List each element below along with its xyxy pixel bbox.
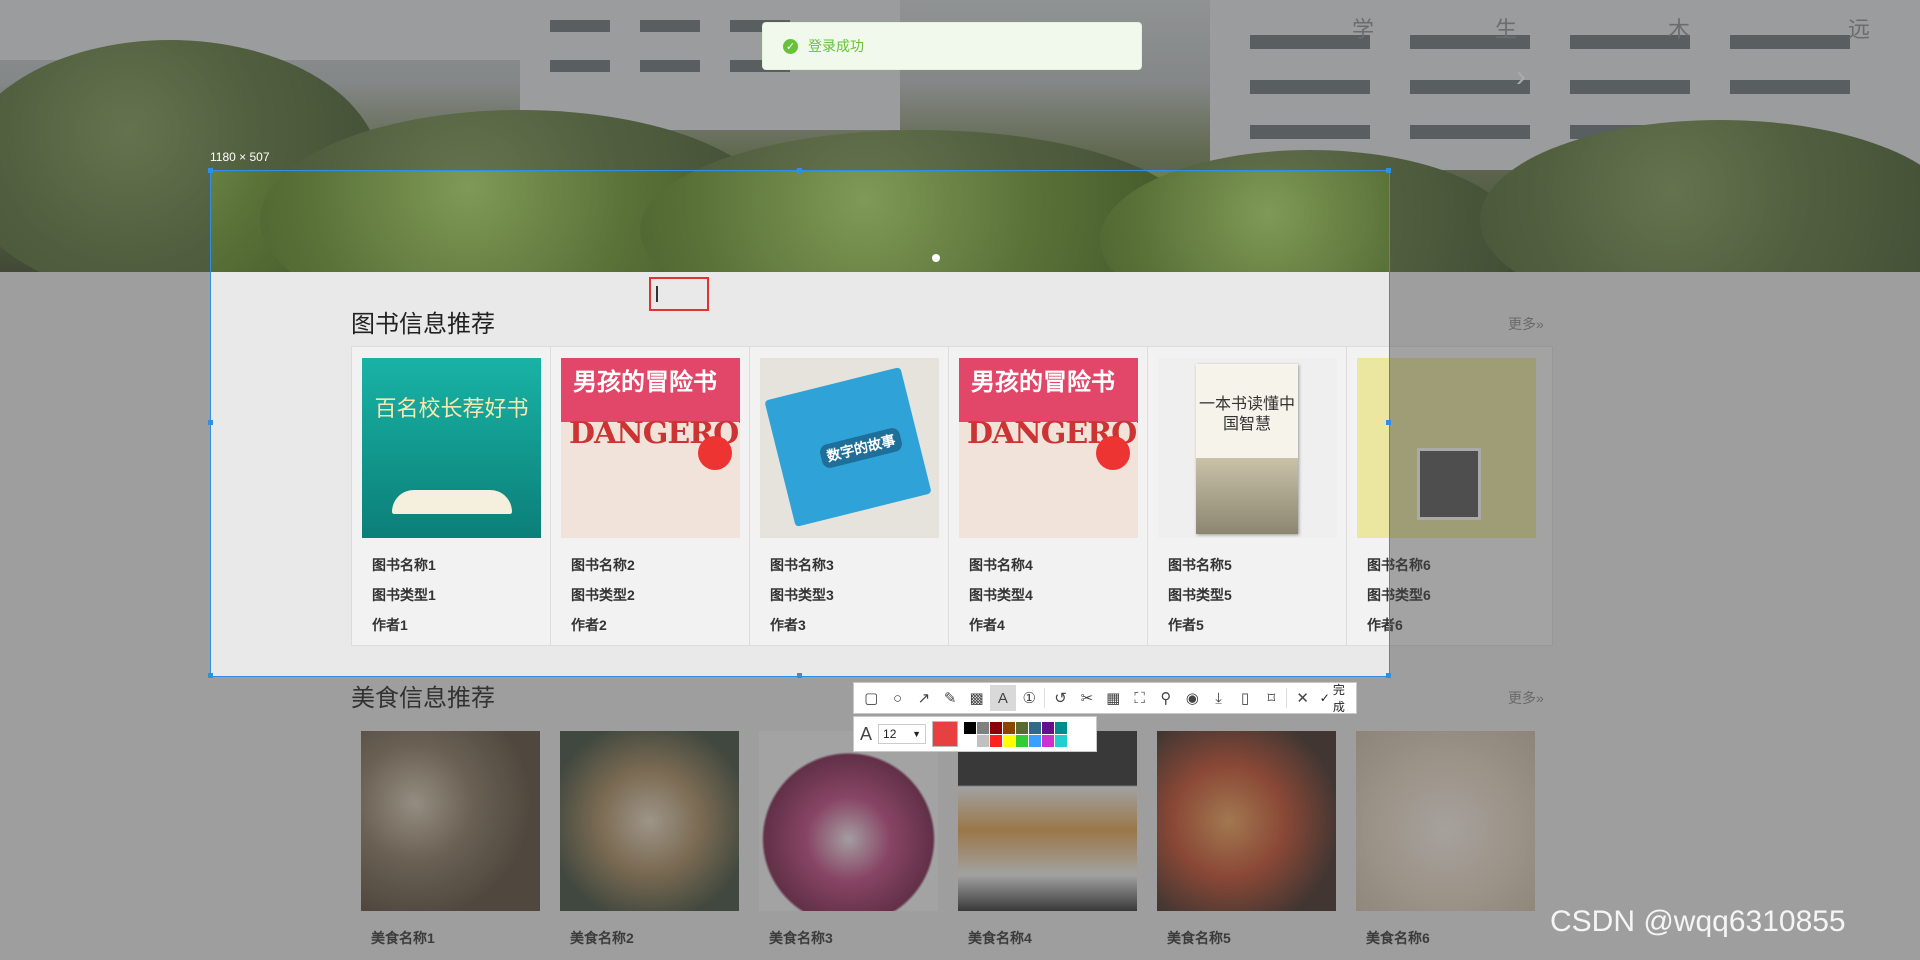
color-swatch[interactable] [1055, 734, 1068, 747]
resize-handle[interactable] [1386, 673, 1391, 678]
check-icon: ✓ [1319, 691, 1330, 705]
capture-selection[interactable] [210, 170, 1390, 677]
text-cursor [656, 286, 658, 302]
record-icon[interactable]: ◉ [1179, 685, 1205, 711]
annotation-toolbar: ▢ ○ ↗ ✎ ▩ A ① ↺ ✂ ▦ ⛶ ⚲ ◉ ⤓ ▯ ⌑ ✕ ✓ 完成 [853, 682, 1357, 714]
text-annotation-box[interactable] [649, 277, 709, 311]
number-tool-icon[interactable]: ① [1016, 685, 1042, 711]
arrow-tool-icon[interactable]: ↗ [911, 685, 937, 711]
color-swatch[interactable] [1042, 734, 1055, 747]
color-swatch[interactable] [1042, 721, 1055, 734]
color-swatch[interactable] [1029, 734, 1042, 747]
rectangle-tool-icon[interactable]: ▢ [858, 685, 884, 711]
ai-eraser-icon[interactable]: ✂ [1074, 685, 1100, 711]
resize-handle[interactable] [1386, 168, 1391, 173]
resize-handle[interactable] [797, 168, 802, 173]
current-color-swatch[interactable] [932, 721, 959, 747]
color-swatch[interactable] [964, 734, 977, 747]
toast-message: 登录成功 [808, 38, 864, 54]
color-swatch[interactable] [990, 734, 1003, 747]
ellipse-tool-icon[interactable]: ○ [884, 685, 910, 711]
pen-tool-icon[interactable]: ✎ [937, 685, 963, 711]
phone-icon[interactable]: ▯ [1232, 685, 1258, 711]
ocr-icon[interactable]: ▦ [1100, 685, 1126, 711]
text-style-bar: A 12 ▼ [853, 716, 1097, 752]
translate-icon[interactable]: ⛶ [1126, 685, 1152, 711]
download-icon[interactable]: ⤓ [1205, 685, 1231, 711]
success-check-icon: ✓ [783, 38, 798, 54]
color-swatch[interactable] [964, 721, 977, 734]
font-size-select[interactable]: 12 ▼ [878, 724, 927, 744]
chevron-down-icon: ▼ [912, 729, 922, 739]
undo-icon[interactable]: ↺ [1047, 685, 1073, 711]
done-button[interactable]: ✓ 完成 [1320, 681, 1356, 715]
pin-icon[interactable]: ⚲ [1153, 685, 1179, 711]
resize-handle[interactable] [208, 420, 213, 425]
color-swatch[interactable] [1016, 721, 1029, 734]
color-swatch[interactable] [977, 734, 990, 747]
text-tool-icon[interactable]: A [989, 685, 1017, 711]
color-swatch[interactable] [990, 721, 1003, 734]
bookmark-icon[interactable]: ⌑ [1258, 685, 1284, 711]
color-swatch[interactable] [1003, 734, 1016, 747]
done-label: 完成 [1332, 683, 1345, 714]
color-swatch[interactable] [1016, 734, 1029, 747]
dim-overlay [1390, 170, 1920, 677]
watermark: CSDN @wqq6310855 [1550, 905, 1846, 938]
login-success-toast: ✓ 登录成功 [762, 22, 1142, 70]
close-icon[interactable]: ✕ [1289, 685, 1315, 711]
color-swatch[interactable] [1029, 721, 1042, 734]
capture-size-label: 1180 × 507 [210, 150, 270, 164]
resize-handle[interactable] [1386, 420, 1391, 425]
color-swatch[interactable] [1055, 721, 1068, 734]
color-swatch[interactable] [977, 721, 990, 734]
color-swatch[interactable] [1003, 721, 1016, 734]
resize-handle[interactable] [208, 168, 213, 173]
mosaic-tool-icon[interactable]: ▩ [963, 685, 989, 711]
resize-handle[interactable] [208, 673, 213, 678]
resize-handle[interactable] [797, 673, 802, 678]
font-size-value: 12 [883, 727, 897, 741]
dim-overlay [0, 170, 210, 677]
font-icon: A [860, 723, 873, 744]
color-palette [964, 721, 1068, 747]
